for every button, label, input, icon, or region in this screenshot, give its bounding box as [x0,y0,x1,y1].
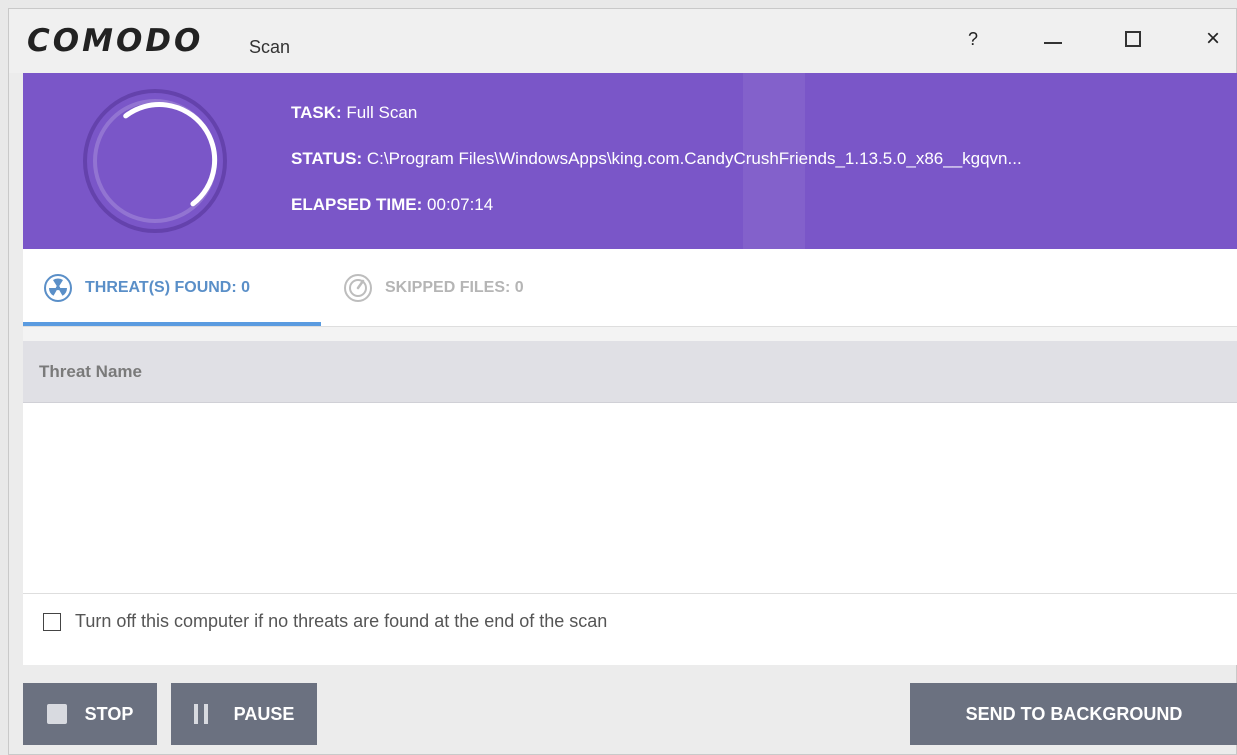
minimize-icon [1044,42,1062,44]
help-icon: ? [967,28,978,49]
active-tab-indicator [23,322,321,326]
title-bar: COMODO Scan ? × [9,9,1236,73]
elapsed-row: ELAPSED TIME: 00:07:14 [291,195,1022,241]
shutdown-checkbox[interactable] [43,612,61,631]
column-header-label: Threat Name [39,361,142,381]
scan-window: COMODO Scan ? × TASK: Full Scan STATUS: … [8,8,1237,755]
scan-status-banner: TASK: Full Scan STATUS: C:\Program Files… [23,73,1237,249]
task-label: TASK: [291,103,342,122]
task-value: Full Scan [346,103,418,122]
window-title: Scan [249,37,291,57]
task-row: TASK: Full Scan [291,103,1022,149]
scan-progress-spinner-icon [83,89,227,233]
skip-icon [344,274,372,302]
send-to-background-label: SEND TO BACKGROUND [965,703,1183,724]
status-row: STATUS: C:\Program Files\WindowsApps\kin… [291,149,1022,195]
close-button[interactable]: × [1193,19,1233,59]
shutdown-label: Turn off this computer if no threats are… [75,611,608,631]
elapsed-label: ELAPSED TIME: [291,195,423,214]
tab-threats-found[interactable]: THREAT(S) FOUND: 0 [43,269,250,307]
tab-skipped-files[interactable]: SKIPPED FILES: 0 [343,269,524,307]
stop-label: STOP [84,703,134,724]
column-header-threat-name[interactable]: Threat Name [23,341,1237,403]
minimize-button[interactable] [1033,19,1073,59]
tab-threats-label: THREAT(S) FOUND: 0 [85,279,251,296]
maximize-icon [1125,31,1141,47]
pause-button[interactable]: PAUSE [171,683,317,745]
result-tabs: THREAT(S) FOUND: 0 SKIPPED FILES: 0 [23,249,1237,327]
shutdown-option[interactable]: Turn off this computer if no threats are… [43,611,607,632]
close-icon: × [1205,25,1220,52]
brand-logo: COMODO [27,23,204,59]
status-value: C:\Program Files\WindowsApps\king.com.Ca… [366,149,1022,168]
scan-details: TASK: Full Scan STATUS: C:\Program Files… [291,103,1022,241]
status-label: STATUS: [291,149,363,168]
tab-skipped-label: SKIPPED FILES: 0 [385,279,524,296]
send-to-background-button[interactable]: SEND TO BACKGROUND [910,683,1237,745]
pause-label: PAUSE [233,703,295,724]
stop-icon [46,704,67,724]
threats-table-body [23,403,1237,594]
pause-icon [193,704,214,724]
threats-table: Threat Name Turn off this computer if no… [23,327,1237,665]
help-button[interactable]: ? [953,19,993,59]
radiation-icon [44,274,72,302]
stop-button[interactable]: STOP [23,683,157,745]
maximize-button[interactable] [1113,19,1153,59]
elapsed-value: 00:07:14 [427,195,494,214]
